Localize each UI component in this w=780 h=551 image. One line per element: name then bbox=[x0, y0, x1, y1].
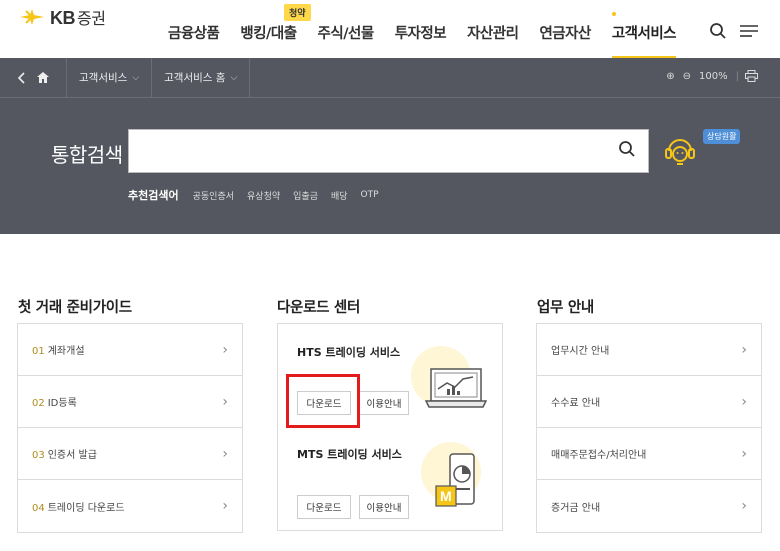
print-icon[interactable] bbox=[745, 70, 758, 82]
search-box bbox=[128, 129, 649, 173]
list-item[interactable]: 매매주문접수/처리안내 › bbox=[537, 428, 761, 480]
item-label: 수수료 안내 bbox=[551, 398, 601, 409]
menu-item-banking[interactable]: 뱅킹/대출 bbox=[240, 22, 297, 43]
mts-block: MTS 트레이딩 서비스 다운로드 이용안내 M bbox=[278, 428, 502, 530]
item-label: 인증서 발급 bbox=[47, 450, 97, 461]
keyword-tag[interactable]: 배당 bbox=[331, 189, 348, 202]
chevron-right-icon: › bbox=[741, 393, 747, 410]
item-label: 계좌개설 bbox=[47, 346, 85, 357]
breadcrumb-level2[interactable]: 고객서비스 홈 ⌵ bbox=[152, 57, 251, 98]
search-icon[interactable] bbox=[709, 22, 727, 40]
item-number: 03 bbox=[32, 450, 45, 461]
kb-logo[interactable]: KB 증권 bbox=[18, 5, 106, 29]
zoom-level: 100% bbox=[699, 70, 728, 82]
laptop-icon bbox=[425, 368, 487, 408]
main-menu: 금융상품 뱅킹/대출 주식/선물 투자정보 자산관리 연금자산 고객서비스 bbox=[168, 12, 697, 59]
search-icon[interactable] bbox=[618, 140, 636, 158]
list-item[interactable]: 02 ID등록 › bbox=[18, 376, 242, 428]
zoom-out-icon[interactable]: ⊖ bbox=[683, 71, 691, 82]
mts-download-button[interactable]: 다운로드 bbox=[297, 495, 351, 519]
list-item[interactable]: 증거금 안내 › bbox=[537, 480, 761, 532]
item-label: 매매주문접수/처리안내 bbox=[551, 450, 647, 461]
item-number: 01 bbox=[32, 346, 45, 357]
svg-text:M: M bbox=[440, 488, 452, 504]
business-section-title: 업무 안내 bbox=[537, 300, 594, 316]
headset-icon[interactable] bbox=[663, 135, 697, 167]
menu-item-pension[interactable]: 연금자산 bbox=[539, 22, 591, 43]
menu-item-stocks[interactable]: 주식/선물 bbox=[318, 22, 375, 43]
hts-title: HTS 트레이딩 서비스 bbox=[297, 346, 401, 359]
logo-brand: KB bbox=[50, 8, 76, 28]
menu-item-investment-info[interactable]: 투자정보 bbox=[395, 22, 447, 43]
chevron-down-icon: ⌵ bbox=[230, 72, 238, 83]
top-navigation: KB 증권 청약 금융상품 뱅킹/대출 주식/선물 투자정보 자산관리 연금자산 … bbox=[0, 0, 780, 59]
chevron-right-icon: › bbox=[222, 498, 228, 514]
menu-item-products[interactable]: 금융상품 bbox=[168, 22, 220, 43]
breadcrumb-back[interactable] bbox=[0, 57, 67, 98]
recommended-title: 추천검색어 bbox=[128, 189, 179, 202]
item-label: 트레이딩 다운로드 bbox=[47, 502, 125, 514]
breadcrumb: 고객서비스 ⌵ 고객서비스 홈 ⌵ ⊕ ⊖ 100% | bbox=[0, 57, 780, 98]
item-number: 02 bbox=[32, 398, 45, 409]
chevron-right-icon: › bbox=[741, 341, 747, 358]
guide-list: 01 계좌개설 › 02 ID등록 › 03 인증서 발급 › 04 트레이딩 다운로드… bbox=[17, 323, 243, 533]
hts-guide-button[interactable]: 이용안내 bbox=[359, 391, 409, 415]
zoom-in-icon[interactable]: ⊕ bbox=[666, 71, 674, 82]
keyword-tag[interactable]: OTP bbox=[361, 190, 379, 200]
highlight-box bbox=[286, 374, 360, 428]
zoom-controls: ⊕ ⊖ 100% | bbox=[658, 70, 758, 82]
chevron-right-icon: › bbox=[222, 445, 228, 462]
guide-section-title: 첫 거래 준비가이드 bbox=[18, 300, 132, 316]
keyword-tag[interactable]: 입출금 bbox=[293, 189, 318, 202]
mts-title: MTS 트레이딩 서비스 bbox=[297, 448, 402, 461]
chevron-right-icon: › bbox=[222, 393, 228, 410]
logo-name: 증권 bbox=[77, 11, 106, 28]
list-item[interactable]: 04 트레이딩 다운로드 › bbox=[18, 480, 242, 532]
chevron-down-icon: ⌵ bbox=[132, 72, 140, 83]
search-input[interactable] bbox=[129, 130, 599, 172]
chevron-right-icon: › bbox=[741, 498, 747, 514]
list-item[interactable]: 03 인증서 발급 › bbox=[18, 428, 242, 480]
chevron-right-icon: › bbox=[741, 445, 747, 462]
item-number: 04 bbox=[32, 502, 45, 514]
new-badge: 청약 bbox=[284, 4, 311, 21]
item-label: 증거금 안내 bbox=[551, 502, 601, 514]
keyword-tag[interactable]: 유상청약 bbox=[247, 189, 280, 202]
keyword-tag[interactable]: 공동인증서 bbox=[193, 189, 234, 202]
list-item[interactable]: 수수료 안내 › bbox=[537, 376, 761, 428]
list-item[interactable]: 업무시간 안내 › bbox=[537, 324, 761, 376]
menu-item-asset-management[interactable]: 자산관리 bbox=[467, 22, 519, 43]
home-icon[interactable] bbox=[37, 72, 49, 83]
chevron-right-icon: › bbox=[222, 341, 228, 358]
item-label: ID등록 bbox=[47, 398, 77, 409]
list-item[interactable]: 01 계좌개설 › bbox=[18, 324, 242, 376]
kb-star-icon bbox=[20, 9, 44, 25]
search-band: 고객서비스 ⌵ 고객서비스 홈 ⌵ ⊕ ⊖ 100% | 통합검색 상담원활 추천검… bbox=[0, 57, 780, 234]
breadcrumb-level1[interactable]: 고객서비스 ⌵ bbox=[67, 57, 153, 98]
consultation-badge[interactable]: 상담원활 bbox=[703, 129, 741, 144]
business-list: 업무시간 안내 › 수수료 안내 › 매매주문접수/처리안내 › 증거금 안내 … bbox=[536, 323, 762, 533]
breadcrumb-level2-label: 고객서비스 홈 bbox=[164, 72, 226, 84]
download-section-title: 다운로드 센터 bbox=[277, 300, 360, 316]
breadcrumb-level1-label: 고객서비스 bbox=[79, 72, 128, 84]
menu-item-customer-service[interactable]: 고객서비스 bbox=[611, 12, 677, 59]
mts-guide-button[interactable]: 이용안내 bbox=[359, 495, 409, 519]
back-arrow-icon[interactable] bbox=[17, 71, 27, 84]
recommended-keywords: 추천검색어 공동인증서 유상청약 입출금 배당 OTP bbox=[128, 187, 392, 203]
search-label: 통합검색 bbox=[51, 143, 123, 167]
hamburger-menu-icon[interactable] bbox=[739, 23, 759, 39]
item-label: 업무시간 안내 bbox=[551, 346, 610, 357]
mobile-phone-icon: M bbox=[435, 453, 475, 507]
